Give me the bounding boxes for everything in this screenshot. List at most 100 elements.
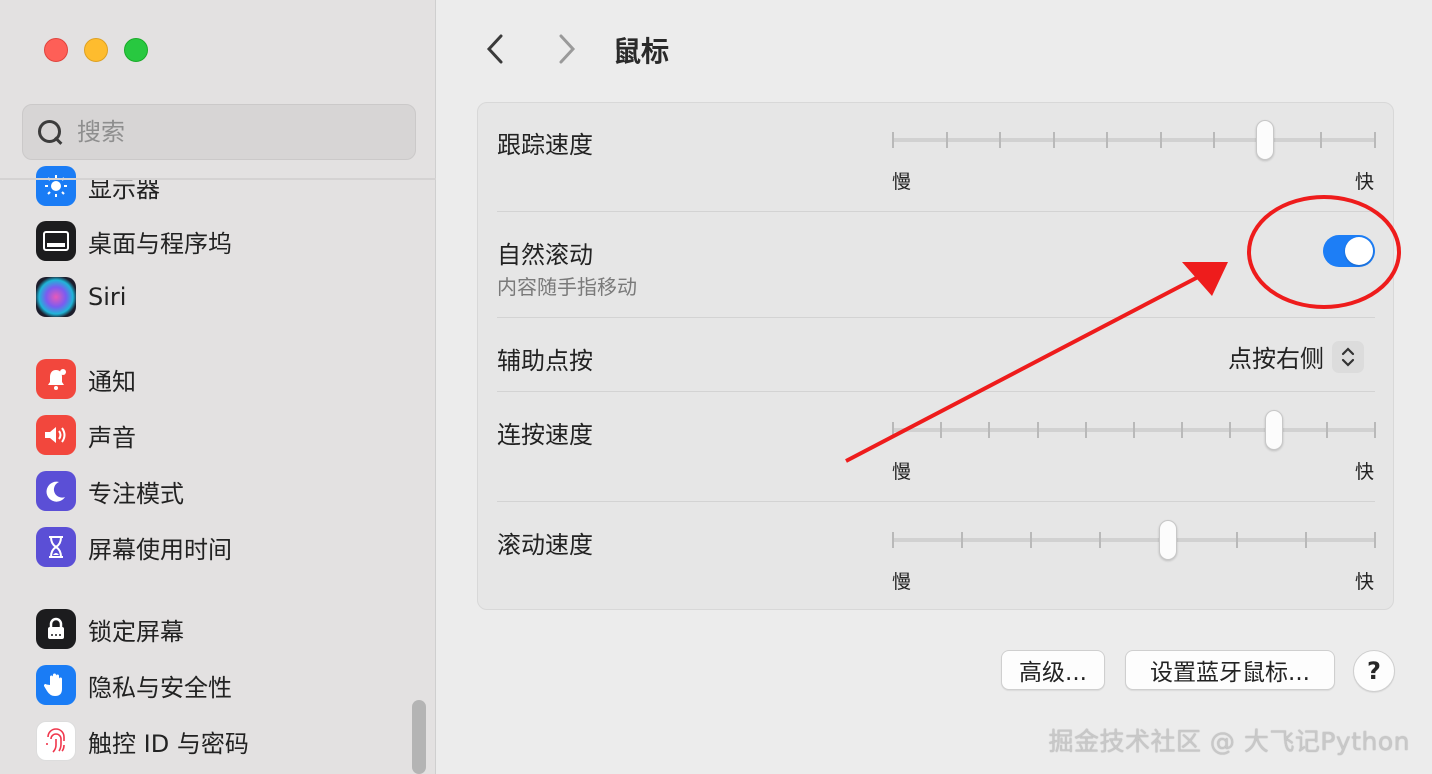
- minimize-button[interactable]: [84, 38, 108, 62]
- sidebar-item-label: 锁定屏幕: [88, 617, 184, 646]
- sidebar-item-sound[interactable]: 声音: [36, 413, 416, 457]
- page-title: 鼠标: [613, 35, 670, 68]
- main-content: 鼠标 跟踪速度 慢 快 自然滚动 内容随手指移动 辅助点按 点按右侧 连按速度 …: [437, 0, 1432, 774]
- slider-tick: [892, 422, 894, 438]
- slider-tick: [988, 422, 990, 438]
- sidebar-item-notifications[interactable]: 通知: [36, 357, 416, 401]
- sidebar-item-screen-time[interactable]: 屏幕使用时间: [36, 525, 416, 569]
- row-separator: [497, 501, 1375, 502]
- slider-tick: [892, 532, 894, 548]
- slider-tick: [1374, 132, 1376, 148]
- sidebar-item-privacy[interactable]: 隐私与安全性: [36, 663, 416, 707]
- toggle-knob: [1345, 237, 1373, 265]
- sidebar-item-label: 桌面与程序坞: [88, 229, 232, 258]
- scroll-min-label: 慢: [892, 571, 912, 593]
- secondary-click-value: 点按右侧: [1228, 345, 1324, 373]
- double-click-min-label: 慢: [892, 461, 912, 483]
- natural-scroll-description: 内容随手指移动: [497, 275, 637, 299]
- slider-knob[interactable]: [1159, 520, 1177, 560]
- display-icon: [36, 166, 76, 206]
- scroll-max-label: 快: [1355, 571, 1375, 593]
- sidebar-item-label: 专注模式: [88, 479, 184, 508]
- sidebar-item-label: 显示器: [88, 174, 160, 203]
- natural-scroll-toggle[interactable]: [1323, 235, 1375, 267]
- sidebar-item-touch-id[interactable]: 触控 ID 与密码: [36, 719, 416, 763]
- tracking-max-label: 快: [1355, 171, 1375, 193]
- sidebar-divider: [0, 178, 436, 180]
- sidebar-item-desktop-dock[interactable]: 桌面与程序坞: [36, 219, 416, 263]
- mouse-settings-panel: 跟踪速度 慢 快 自然滚动 内容随手指移动 辅助点按 点按右侧 连按速度 慢 快…: [477, 102, 1394, 610]
- zoom-button[interactable]: [124, 38, 148, 62]
- tracking-speed-slider[interactable]: [892, 120, 1376, 160]
- row-separator: [497, 211, 1375, 212]
- search-input[interactable]: [77, 118, 377, 146]
- slider-tick: [1181, 422, 1183, 438]
- sidebar-item-lock-screen[interactable]: 锁定屏幕: [36, 607, 416, 651]
- fingerprint-icon: [36, 721, 76, 761]
- sidebar: 显示器 桌面与程序坞 Siri 通知: [0, 0, 436, 774]
- search-field[interactable]: [22, 104, 416, 160]
- advanced-button[interactable]: 高级...: [1001, 650, 1105, 690]
- slider-tick: [1374, 532, 1376, 548]
- sidebar-item-label: Siri: [88, 283, 127, 311]
- sidebar-item-display[interactable]: 显示器: [36, 164, 416, 208]
- sidebar-item-focus[interactable]: 专注模式: [36, 469, 416, 513]
- slider-knob[interactable]: [1265, 410, 1283, 450]
- help-button[interactable]: ?: [1353, 650, 1395, 692]
- back-button[interactable]: [481, 32, 511, 66]
- natural-scroll-label: 自然滚动: [497, 241, 593, 269]
- window-controls: [44, 38, 148, 62]
- sidebar-item-label: 声音: [88, 423, 136, 452]
- slider-tick: [1053, 132, 1055, 148]
- slider-tick: [946, 132, 948, 148]
- slider-tick: [1099, 532, 1101, 548]
- double-click-speed-slider[interactable]: [892, 410, 1376, 450]
- scroll-speed-slider[interactable]: [892, 520, 1376, 560]
- double-click-speed-label: 连按速度: [497, 421, 593, 449]
- hourglass-icon: [36, 527, 76, 567]
- sidebar-list: 显示器 桌面与程序坞 Siri 通知 声音 专注模式 屏幕使用时间 锁定屏幕 隐…: [0, 160, 436, 774]
- slider-knob[interactable]: [1256, 120, 1274, 160]
- secondary-click-popup[interactable]: 点按右侧: [1228, 339, 1364, 374]
- slider-track: [892, 138, 1376, 142]
- search-icon: [37, 119, 63, 145]
- slider-tick: [1106, 132, 1108, 148]
- slider-tick: [1037, 422, 1039, 438]
- slider-tick: [1030, 532, 1032, 548]
- desktop-dock-icon: [36, 221, 76, 261]
- slider-tick: [1326, 422, 1328, 438]
- hand-icon: [36, 665, 76, 705]
- chevron-right-icon: [559, 34, 576, 64]
- sidebar-item-label: 隐私与安全性: [88, 673, 232, 702]
- sidebar-item-siri[interactable]: Siri: [36, 275, 416, 319]
- slider-tick: [1236, 532, 1238, 548]
- slider-tick: [1305, 532, 1307, 548]
- slider-tick: [1229, 422, 1231, 438]
- slider-tick: [1374, 422, 1376, 438]
- secondary-click-label: 辅助点按: [497, 347, 593, 375]
- forward-button[interactable]: [551, 32, 581, 66]
- watermark: 掘金技术社区 @ 大飞记Python: [1048, 727, 1410, 756]
- lock-icon: [36, 609, 76, 649]
- tracking-min-label: 慢: [892, 171, 912, 193]
- sidebar-scrollbar[interactable]: [412, 700, 426, 774]
- setup-bluetooth-mouse-button[interactable]: 设置蓝牙鼠标...: [1125, 650, 1335, 690]
- speaker-icon: [36, 415, 76, 455]
- slider-tick: [1213, 132, 1215, 148]
- slider-tick: [1160, 132, 1162, 148]
- double-click-max-label: 快: [1355, 461, 1375, 483]
- slider-tick: [1133, 422, 1135, 438]
- sidebar-item-label: 屏幕使用时间: [88, 535, 232, 564]
- tracking-speed-label: 跟踪速度: [497, 131, 593, 159]
- chevron-left-icon: [486, 34, 503, 64]
- slider-tick: [892, 132, 894, 148]
- row-separator: [497, 391, 1375, 392]
- scroll-speed-label: 滚动速度: [497, 531, 593, 559]
- slider-tick: [961, 532, 963, 548]
- slider-tick: [1320, 132, 1322, 148]
- notification-bell-icon: [36, 359, 76, 399]
- slider-track: [892, 538, 1376, 542]
- close-button[interactable]: [44, 38, 68, 62]
- sidebar-item-label: 触控 ID 与密码: [88, 729, 249, 758]
- sidebar-item-label: 通知: [88, 367, 136, 396]
